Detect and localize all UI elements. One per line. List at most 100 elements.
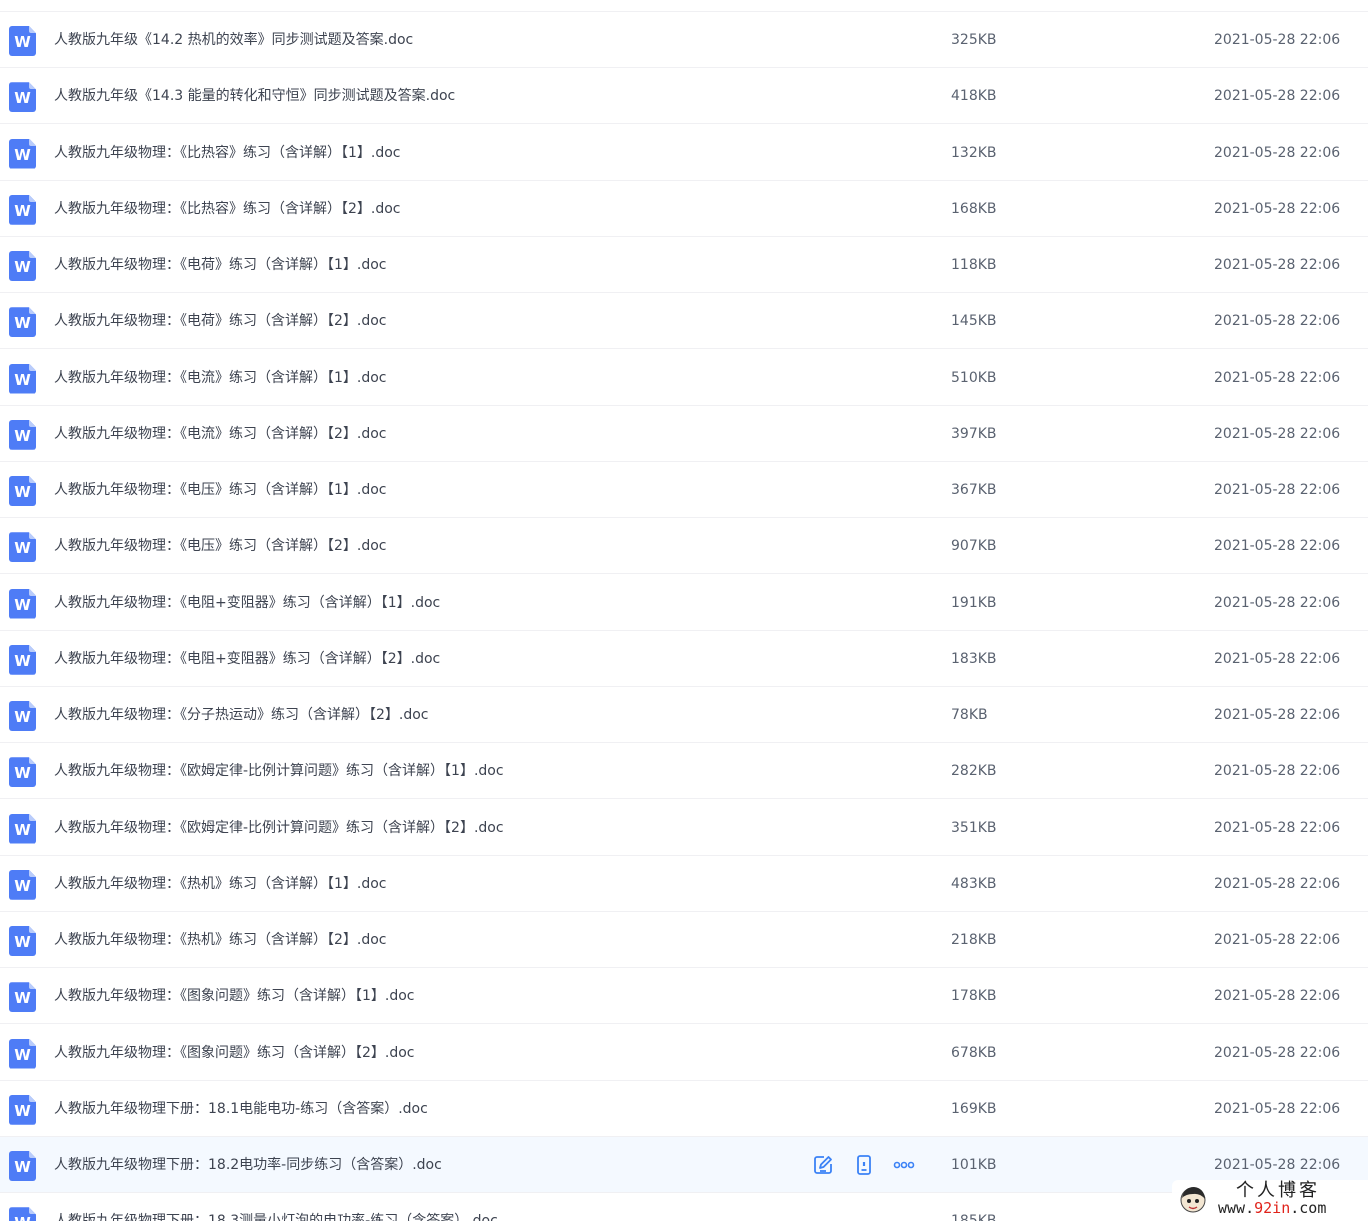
file-date: 2021-05-28 22:06 — [1214, 594, 1341, 611]
file-name[interactable]: 人教版九年级物理：《图象问题》练习（含详解）【1】.doc — [54, 968, 415, 1024]
file-row[interactable]: W 人教版九年级物理：《电流》练习（含详解）【2】.doc 397KB 2021… — [0, 406, 1368, 462]
file-size: 510KB — [951, 369, 997, 386]
edit-icon[interactable] — [812, 1154, 834, 1176]
file-type-letter: W — [14, 314, 31, 333]
word-doc-icon: W — [9, 26, 36, 56]
file-row[interactable]: W 人教版九年级物理：《电荷》练习（含详解）【2】.doc 145KB 2021… — [0, 293, 1368, 350]
file-type-letter: W — [14, 876, 31, 895]
file-date: 2021-05-28 22:06 — [1214, 144, 1341, 161]
watermark-url-suffix: .com — [1290, 1199, 1327, 1217]
file-size: 178KB — [951, 988, 997, 1005]
file-type-letter: W — [14, 426, 31, 445]
file-name[interactable]: 人教版九年级《14.2 热机的效率》同步测试题及答案.doc — [54, 12, 413, 68]
file-type-letter: W — [14, 764, 31, 783]
word-doc-icon: W — [9, 1207, 36, 1221]
file-row[interactable]: W 人教版九年级物理：《热机》练习（含详解）【2】.doc 218KB 2021… — [0, 912, 1368, 968]
file-row[interactable]: W 人教版九年级物理：《欧姆定律-比例计算问题》练习（含详解）【1】.doc 2… — [0, 743, 1368, 800]
file-row[interactable]: W 人教版九年级物理：《电荷》练习（含详解）【1】.doc 118KB 2021… — [0, 237, 1368, 293]
file-type-letter: W — [14, 258, 31, 276]
row-actions — [812, 1154, 922, 1176]
file-name[interactable]: 人教版九年级《14.3 能量的转化和守恒》同步测试题及答案.doc — [54, 68, 455, 124]
file-row[interactable]: W 人教版九年级物理下册：18.3测量小灯泡的电功率-练习（含答案）.doc 1… — [0, 1193, 1368, 1221]
avatar-logo-icon — [1180, 1187, 1206, 1213]
file-row[interactable]: W 人教版九年级物理：《图象问题》练习（含详解）【2】.doc 678KB 20… — [0, 1025, 1368, 1081]
file-name[interactable]: 人教版九年级物理：《欧姆定律-比例计算问题》练习（含详解）【1】.doc — [54, 743, 504, 799]
file-row[interactable]: W 人教版九年级物理下册：18.1电能电功-练习（含答案）.doc 169KB … — [0, 1081, 1368, 1137]
file-date: 2021-05-28 22:06 — [1214, 32, 1341, 48]
file-name[interactable]: 人教版九年级物理：《电荷》练习（含详解）【1】.doc — [54, 237, 387, 293]
file-name[interactable]: 人教版九年级物理：《欧姆定律-比例计算问题》练习（含详解）【2】.doc — [54, 800, 504, 856]
file-row[interactable]: W 人教版九年级物理：《图象问题》练习（含详解）【1】.doc 178KB 20… — [0, 968, 1368, 1025]
word-doc-icon: W — [9, 251, 36, 281]
file-size: 397KB — [951, 425, 997, 442]
file-type-letter: W — [14, 539, 31, 558]
file-date: 2021-05-28 22:06 — [1214, 1100, 1341, 1117]
file-date: 2021-05-28 22:06 — [1214, 932, 1341, 948]
file-type-letter: W — [14, 651, 31, 670]
file-name[interactable]: 人教版九年级物理：《电压》练习（含详解）【1】.doc — [54, 462, 387, 518]
file-type-letter: W — [14, 1101, 31, 1120]
word-doc-icon: W — [9, 307, 36, 338]
file-name[interactable]: 人教版九年级物理：《分子热运动》练习（含详解）【2】.doc — [54, 687, 429, 743]
file-row[interactable]: W 人教版九年级物理：《电阻+变阻器》练习（含详解）【1】.doc 191KB … — [0, 575, 1368, 631]
file-row[interactable]: W 人教版九年级物理：《热机》练习（含详解）【1】.doc 483KB 2021… — [0, 856, 1368, 912]
word-doc-icon: W — [9, 982, 36, 1013]
phone-icon[interactable] — [853, 1154, 875, 1176]
word-doc-icon: W — [9, 757, 36, 788]
file-name[interactable]: 人教版九年级物理：《电流》练习（含详解）【2】.doc — [54, 406, 387, 462]
file-name[interactable]: 人教版九年级物理：《比热容》练习（含详解）【2】.doc — [54, 181, 401, 237]
file-row[interactable]: W 人教版九年级物理：《电压》练习（含详解）【1】.doc 367KB 2021… — [0, 462, 1368, 518]
more-icon[interactable] — [893, 1154, 915, 1176]
file-name[interactable]: 人教版九年级物理：《电荷》练习（含详解）【2】.doc — [54, 293, 387, 349]
file-name[interactable]: 人教版九年级物理下册：18.3测量小灯泡的电功率-练习（含答案）.doc — [54, 1193, 498, 1221]
watermark-url-accent: 92in — [1254, 1199, 1291, 1217]
file-type-letter: W — [14, 595, 31, 614]
file-name[interactable]: 人教版九年级物理：《热机》练习（含详解）【2】.doc — [54, 912, 387, 968]
file-row[interactable]: W 人教版九年级物理：《电压》练习（含详解）【2】.doc 907KB 2021… — [0, 518, 1368, 575]
file-size: 118KB — [951, 257, 997, 273]
file-size: 218KB — [951, 932, 997, 948]
file-type-letter: W — [14, 708, 31, 726]
file-date: 2021-05-28 22:06 — [1214, 819, 1341, 836]
file-name[interactable]: 人教版九年级物理：《热机》练习（含详解）【1】.doc — [54, 856, 387, 912]
file-size: 351KB — [951, 819, 997, 836]
file-name[interactable]: 人教版九年级物理下册：18.2电功率-同步练习（含答案）.doc — [54, 1137, 442, 1193]
word-doc-icon: W — [9, 701, 36, 731]
file-row[interactable]: W 人教版九年级物理：《电阻+变阻器》练习（含详解）【2】.doc 183KB … — [0, 631, 1368, 687]
file-type-letter: W — [14, 201, 31, 220]
file-type-letter: W — [14, 33, 31, 51]
file-row[interactable]: W 人教版九年级《14.3 能量的转化和守恒》同步测试题及答案.doc 418K… — [0, 68, 1368, 125]
file-name[interactable]: 人教版九年级物理：《电压》练习（含详解）【2】.doc — [54, 518, 387, 574]
file-type-letter: W — [14, 1045, 31, 1064]
file-name[interactable]: 人教版九年级物理：《比热容》练习（含详解）【1】.doc — [54, 125, 401, 181]
file-type-letter: W — [14, 370, 31, 389]
word-doc-icon: W — [9, 138, 36, 169]
file-size: 367KB — [951, 482, 997, 498]
file-size: 101KB — [951, 1157, 997, 1173]
file-date: 2021-05-28 22:06 — [1214, 875, 1341, 892]
file-date: 2021-05-28 22:06 — [1214, 425, 1341, 442]
file-type-letter: W — [9, 1213, 36, 1221]
file-date: 2021-05-28 22:06 — [1214, 1044, 1341, 1061]
file-row[interactable]: W 人教版九年级物理：《比热容》练习（含详解）【2】.doc 168KB 202… — [0, 181, 1368, 237]
file-date: 2021-05-28 22:06 — [1214, 369, 1341, 386]
word-doc-icon: W — [9, 1038, 36, 1069]
file-type-letter: W — [14, 820, 31, 839]
file-size: 169KB — [951, 1100, 997, 1117]
file-name[interactable]: 人教版九年级物理：《电阻+变阻器》练习（含详解）【1】.doc — [54, 575, 440, 631]
file-row[interactable]: W 人教版九年级《14.2 热机的效率》同步测试题及答案.doc 325KB 2… — [0, 12, 1368, 68]
file-name[interactable]: 人教版九年级物理：《图象问题》练习（含详解）【2】.doc — [54, 1025, 415, 1081]
file-row[interactable]: W 人教版九年级物理：《欧姆定律-比例计算问题》练习（含详解）【2】.doc 3… — [0, 800, 1368, 856]
file-size: 282KB — [951, 763, 997, 780]
file-name[interactable]: 人教版九年级物理下册：18.1电能电功-练习（含答案）.doc — [54, 1081, 428, 1137]
file-row[interactable]: W 人教版九年级物理：《电流》练习（含详解）【1】.doc 510KB 2021… — [0, 350, 1368, 406]
file-name[interactable]: 人教版九年级物理：《电流》练习（含详解）【1】.doc — [54, 350, 387, 406]
file-size: 418KB — [951, 88, 997, 105]
file-name[interactable]: 人教版九年级物理：《电阻+变阻器》练习（含详解）【2】.doc — [54, 631, 440, 687]
file-size: 678KB — [951, 1044, 997, 1061]
file-row[interactable]: W 人教版九年级物理：《分子热运动》练习（含详解）【2】.doc 78KB 20… — [0, 687, 1368, 743]
file-size: 191KB — [951, 594, 997, 611]
file-date: 2021-05-28 22:06 — [1214, 482, 1341, 498]
file-row[interactable]: W 人教版九年级物理：《比热容》练习（含详解）【1】.doc 132KB 202… — [0, 125, 1368, 181]
file-row[interactable]: W 人教版九年级物理下册：18.2电功率-同步练习（含答案）.doc 101KB… — [0, 1137, 1368, 1193]
